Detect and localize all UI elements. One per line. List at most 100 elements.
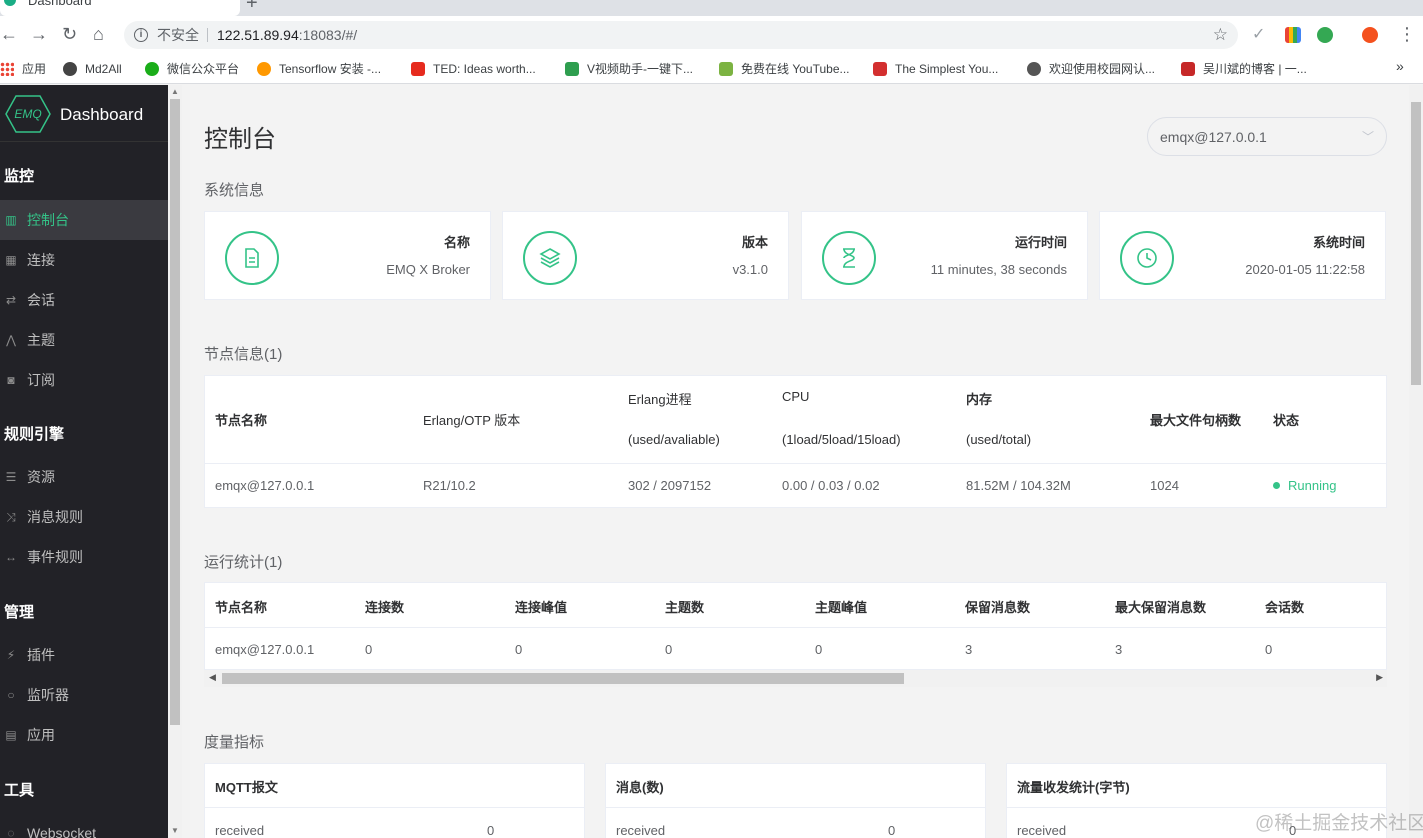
col-header: 主题数 (665, 600, 705, 615)
table-cell: emqx@127.0.0.1 (215, 642, 315, 657)
table-cell: 81.52M / 104.32M (966, 478, 1071, 493)
clock-icon-svg (1137, 248, 1157, 268)
metric-card-mqtt: MQTT报文 received 0 (204, 763, 585, 838)
scroll-left-icon[interactable]: ◀ (209, 672, 216, 683)
bookmark-vvideo[interactable]: V视频助手-一键下... (565, 61, 693, 77)
sidebar-item-label: 消息规则 (27, 509, 83, 525)
scrollbar-thumb[interactable] (222, 673, 904, 684)
bookmark-star-icon[interactable]: ☆ (1213, 21, 1228, 49)
url-host: 122.51.89.94 (217, 27, 299, 43)
logo-area[interactable]: EMQ Dashboard (0, 85, 168, 142)
table-horizontal-scrollbar[interactable]: ◀ ▶ (204, 670, 1387, 687)
sidebar-item-plugins[interactable]: ⚡ 插件 (0, 635, 168, 675)
document-icon (225, 231, 279, 285)
bookmark-ted[interactable]: TED: Ideas worth... (411, 61, 536, 77)
sidebar-item-websocket[interactable]: ◌ Websocket (0, 813, 168, 838)
bookmark-tensorflow[interactable]: Tensorflow 安装 -... (257, 61, 381, 77)
node-select-value: emqx@127.0.0.1 (1160, 129, 1267, 145)
main-scrollbar[interactable] (1409, 85, 1423, 838)
bookmark-youtube-free[interactable]: 免费在线 YouTube... (719, 61, 850, 77)
browser-tab[interactable]: Dashboard × (0, 0, 240, 16)
sidebar-item-event-rules[interactable]: ↔ 事件规则 (0, 537, 168, 577)
sidebar-item-listeners[interactable]: ○ 监听器 (0, 675, 168, 715)
sidebar-item-topics[interactable]: ⋀ 主题 (0, 320, 168, 360)
green-extension-icon[interactable] (1317, 27, 1333, 43)
main-content: 控制台 emqx@127.0.0.1 ﹀ 系统信息 名称 EMQ X Broke… (182, 85, 1409, 838)
rss-icon: ◙ (7, 373, 15, 387)
node-select[interactable]: emqx@127.0.0.1 ﹀ (1147, 117, 1387, 156)
card-value: 2020-01-05 11:22:58 (1245, 262, 1365, 277)
bookmark-simplest[interactable]: The Simplest You... (873, 61, 998, 77)
card-value: v3.1.0 (732, 262, 768, 277)
minimize-icon[interactable]: – (1355, 0, 1363, 6)
menu-dots-icon[interactable]: ⋮ (1398, 24, 1416, 44)
bookmark-apps[interactable]: 应用 (0, 61, 46, 77)
new-tab-icon[interactable]: + (246, 0, 258, 15)
forward-arrow-icon[interactable]: → (30, 24, 48, 44)
metric-card-title: 消息(数) (616, 780, 664, 795)
arrows-icon: ↔ (5, 550, 17, 564)
orange-extension-icon[interactable] (1362, 27, 1378, 43)
node-info-title: 节点信息(1) (204, 346, 283, 363)
sidebar-item-console[interactable]: ▥ 控制台 (0, 200, 168, 240)
sidebar-item-sessions[interactable]: ⇄ 会话 (0, 280, 168, 320)
table-cell: 302 / 2097152 (628, 478, 712, 493)
sidebar-item-subscriptions[interactable]: ◙ 订阅 (0, 360, 168, 400)
home-icon[interactable]: ⌂ (93, 24, 104, 44)
group-management: 管理 (4, 604, 35, 621)
group-monitor: 监控 (4, 168, 35, 185)
table-cell: R21/10.2 (423, 478, 476, 493)
bookmarks-bar: 应用 Md2All 微信公众平台 Tensorflow 安装 -... TED:… (0, 54, 1423, 84)
col-header: Erlang/OTP 版本 (423, 413, 521, 428)
table-cell: 3 (965, 642, 973, 657)
sidebar-item-label: 会话 (27, 292, 55, 308)
scroll-right-icon[interactable]: ▶ (1376, 672, 1383, 683)
url-text[interactable]: 122.51.89.94:18083/#/ (217, 21, 357, 49)
status-text: Running (1288, 478, 1337, 493)
col-header: 状态 (1273, 413, 1300, 428)
back-arrow-icon[interactable]: ← (0, 24, 18, 44)
bookmark-wechat[interactable]: 微信公众平台 (145, 61, 239, 77)
bookmark-md2all[interactable]: Md2All (63, 61, 122, 77)
scroll-up-icon[interactable]: ▲ (171, 87, 179, 96)
status-dot-icon (1273, 482, 1280, 489)
svg-text:EMQ: EMQ (14, 107, 41, 121)
sidebar-item-applications[interactable]: ▤ 应用 (0, 715, 168, 755)
bookmark-blog[interactable]: 吴川斌的博客 | 一... (1181, 61, 1307, 77)
scrollbar-thumb[interactable] (1411, 102, 1421, 385)
browser-toolbar: ← → ↻ ⌂ i 不安全 122.51.89.94:18083/#/ ☆ ✓ … (0, 16, 1423, 54)
check-extension-icon[interactable]: ✓ (1252, 24, 1268, 43)
page-title: 控制台 (204, 126, 276, 153)
bookmark-label: 欢迎使用校园网认... (1049, 62, 1156, 76)
sidebar-scrollbar[interactable]: ▲ ▼ (168, 85, 182, 838)
scroll-down-icon[interactable]: ▼ (171, 826, 179, 835)
address-bar[interactable]: i 不安全 122.51.89.94:18083/#/ ☆ (124, 21, 1238, 49)
row-divider (205, 807, 584, 808)
sidebar-item-resources[interactable]: ☰ 资源 (0, 457, 168, 497)
row-divider (205, 627, 1386, 628)
bookmark-label: 免费在线 YouTube... (741, 62, 850, 76)
bookmark-label: TED: Ideas worth... (433, 62, 536, 76)
sidebar-item-label: 插件 (27, 647, 55, 663)
sidebar-item-label: 连接 (27, 252, 55, 268)
system-info-title: 系统信息 (204, 182, 265, 199)
scrollbar-thumb[interactable] (170, 99, 180, 725)
col-header: 主题峰值 (815, 600, 868, 615)
bookmark-label: 微信公众平台 (167, 62, 240, 76)
more-bookmarks-icon[interactable]: » (1396, 58, 1404, 74)
server-icon: ▦ (5, 253, 17, 267)
info-card-name: 名称 EMQ X Broker (204, 211, 491, 300)
col-header: 连接数 (365, 600, 405, 615)
bookmark-label: Tensorflow 安装 -... (279, 62, 382, 76)
emq-favicon-icon (4, 0, 16, 6)
bookmark-campus[interactable]: 欢迎使用校园网认... (1027, 61, 1155, 77)
sidebar-item-connections[interactable]: ▦ 连接 (0, 240, 168, 280)
reload-icon[interactable]: ↻ (62, 24, 77, 44)
globe-icon (63, 62, 77, 76)
info-icon[interactable]: i (134, 28, 148, 42)
color-extension-icon[interactable] (1285, 27, 1301, 43)
row-divider (606, 807, 985, 808)
sidebar-item-message-rules[interactable]: ⤨ 消息规则 (0, 497, 168, 537)
col-header: CPU (782, 389, 810, 404)
metric-card-messages: 消息(数) received 0 (605, 763, 986, 838)
